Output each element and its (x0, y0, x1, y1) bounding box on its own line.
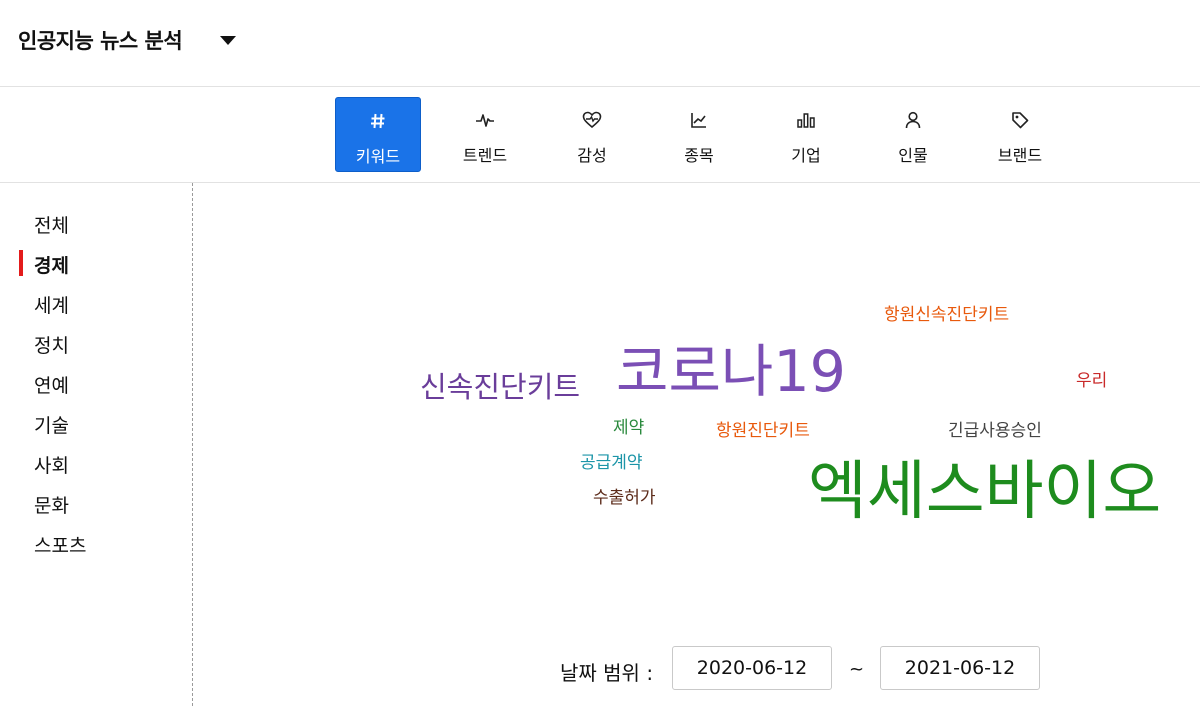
sidebar-item-sports[interactable]: 스포츠 (34, 531, 86, 558)
end-date-input[interactable] (880, 646, 1040, 690)
tab-sentiment[interactable]: 감성 (549, 97, 635, 172)
user-icon (870, 110, 956, 130)
tab-trend[interactable]: 트렌드 (442, 97, 528, 172)
line-chart-icon (656, 110, 742, 130)
wordcloud-word[interactable]: 긴급사용승인 (948, 423, 1042, 440)
app-header: 인공지능 뉴스 분석 (0, 0, 1200, 87)
caret-down-icon[interactable] (220, 36, 236, 45)
sidebar-item-culture[interactable]: 문화 (34, 491, 69, 518)
tab-label: 종목 (684, 146, 714, 165)
tab-label: 기업 (791, 146, 821, 165)
tab-brand[interactable]: 브랜드 (977, 97, 1063, 172)
app-title: 인공지능 뉴스 분석 (18, 29, 183, 53)
tab-label: 트렌드 (462, 146, 508, 165)
tab-stock[interactable]: 종목 (656, 97, 742, 172)
tab-label: 인물 (898, 146, 928, 165)
tab-label: 감성 (577, 146, 607, 165)
wordcloud-word[interactable]: 공급계약 (580, 455, 643, 472)
wordcloud-word[interactable]: 엑세스바이오 (808, 460, 1161, 524)
tag-icon (977, 110, 1063, 130)
sidebar-item-society[interactable]: 사회 (34, 451, 69, 478)
pulse-icon (442, 110, 528, 130)
date-range-separator: ~ (849, 659, 865, 680)
category-sidebar: 전체 경제 세계 정치 연예 기술 사회 문화 스포츠 (0, 183, 193, 706)
tab-keyword[interactable]: 키워드 (335, 97, 421, 172)
date-range-label: 날짜 범위 : (560, 661, 654, 685)
bar-chart-icon (763, 110, 849, 130)
tab-company[interactable]: 기업 (763, 97, 849, 172)
sidebar-item-entertainment[interactable]: 연예 (34, 371, 69, 398)
active-indicator (19, 250, 23, 276)
keyword-wordcloud: 항원신속진단키트 코로나19 신속진단키트 우리 제약 항원진단키트 긴급사용승… (194, 184, 1200, 624)
wordcloud-word[interactable]: 수출허가 (593, 490, 656, 507)
wordcloud-word[interactable]: 항원진단키트 (716, 423, 810, 440)
tab-label: 브랜드 (997, 146, 1043, 165)
tab-label: 키워드 (355, 147, 401, 166)
tab-bar: 키워드 트렌드 감성 종목 기업 인물 브랜드 (0, 87, 1200, 183)
wordcloud-word[interactable]: 제약 (613, 420, 644, 437)
wordcloud-word[interactable]: 코로나19 (616, 344, 846, 401)
sidebar-item-all[interactable]: 전체 (34, 211, 69, 238)
heart-pulse-icon (549, 110, 635, 130)
hash-icon (336, 111, 420, 131)
sidebar-item-world[interactable]: 세계 (34, 291, 69, 318)
wordcloud-word[interactable]: 우리 (1076, 373, 1107, 390)
tab-person[interactable]: 인물 (870, 97, 956, 172)
wordcloud-word[interactable]: 항원신속진단키트 (884, 307, 1009, 324)
sidebar-item-economy[interactable]: 경제 (34, 251, 69, 278)
sidebar-item-politics[interactable]: 정치 (34, 331, 69, 358)
sidebar-item-tech[interactable]: 기술 (34, 411, 69, 438)
start-date-input[interactable] (672, 646, 832, 690)
wordcloud-word[interactable]: 신속진단키트 (420, 373, 580, 402)
